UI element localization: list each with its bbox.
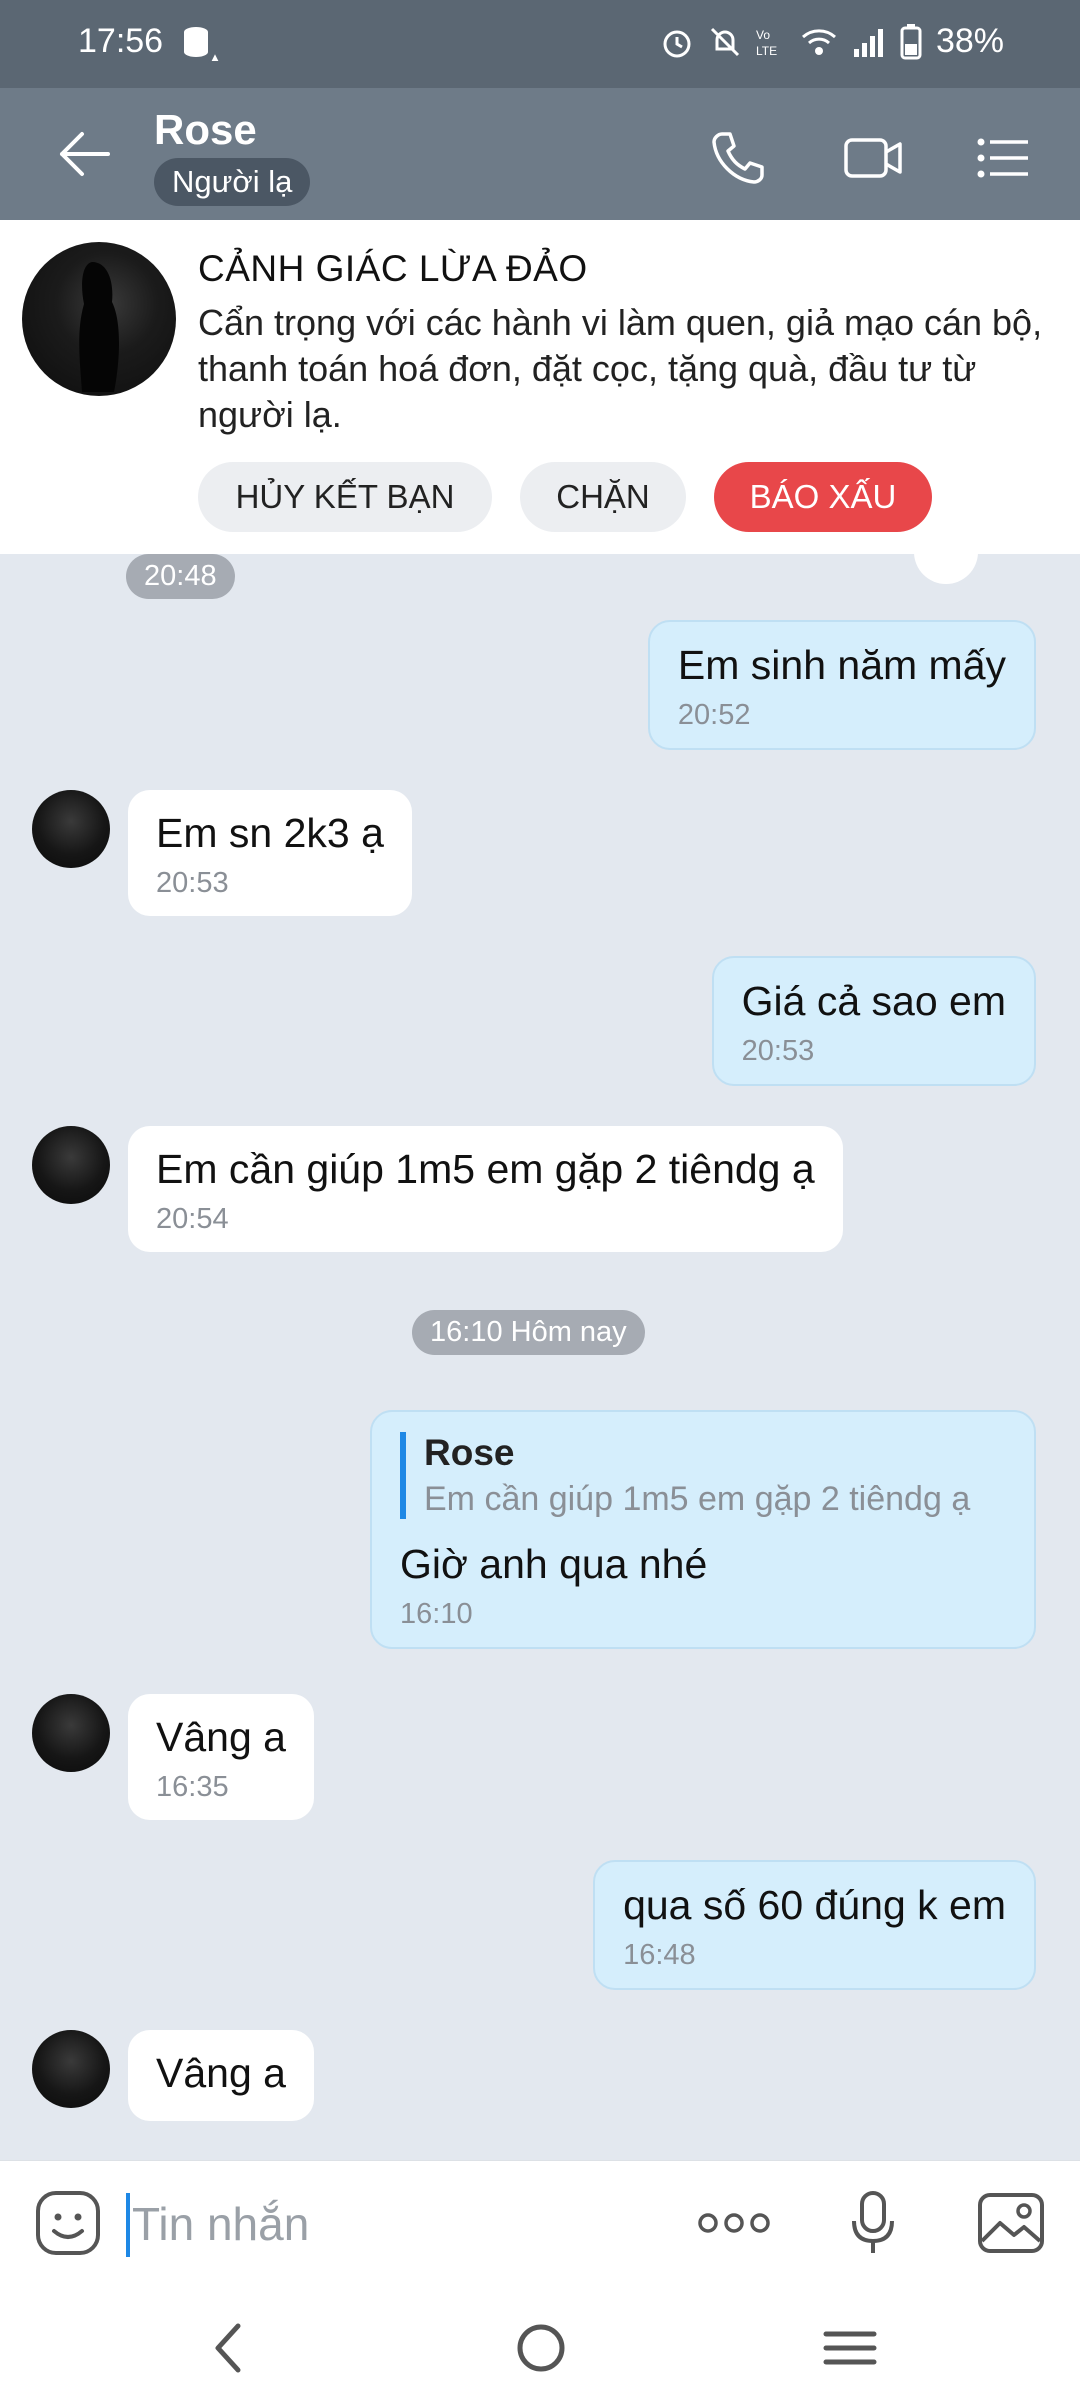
message-input[interactable]: Tin nhắn [132, 2197, 309, 2251]
message-text: Em cần giúp 1m5 em gặp 2 tiêndg ạ [156, 1146, 815, 1192]
message-incoming[interactable]: Em cần giúp 1m5 em gặp 2 tiêndg ạ 20:54 [128, 1126, 843, 1252]
message-incoming[interactable]: Vâng a 16:35 [128, 1694, 314, 1820]
phone-icon[interactable] [708, 128, 768, 188]
signal-icon [853, 28, 883, 57]
message-text: Em sn 2k3 ạ [156, 810, 384, 856]
contact-avatar[interactable] [32, 1126, 110, 1204]
chat-message-list[interactable]: 20:48 Em sinh năm mấy 20:52 Em sn 2k3 ạ … [0, 554, 1080, 2160]
message-time: 20:53 [156, 867, 229, 899]
mute-icon [710, 27, 739, 56]
message-time: 16:35 [156, 1771, 229, 1803]
message-time: 20:54 [156, 1203, 229, 1235]
message-text: Vâng a [156, 1714, 286, 1760]
svg-text:LTE: LTE [756, 44, 777, 58]
time-pill: 20:48 [126, 554, 235, 599]
message-outgoing-reply[interactable]: Rose Em cần giúp 1m5 em gặp 2 tiêndg ạ G… [370, 1410, 1036, 1649]
message-text: Giờ anh qua nhé [400, 1541, 708, 1587]
quoted-sender: Rose [424, 1432, 515, 1473]
message-time: 20:53 [741, 1035, 815, 1067]
nav-recents-icon[interactable] [820, 2320, 880, 2376]
image-icon[interactable] [976, 2189, 1046, 2257]
message-outgoing[interactable]: qua số 60 đúng k em 16:48 [593, 1860, 1036, 1990]
warning-text: Cẩn trọng với các hành vi làm quen, giả … [198, 302, 1043, 435]
wifi-icon [801, 28, 836, 55]
video-call-icon[interactable] [842, 128, 904, 188]
message-text: Em sinh năm mấy [677, 642, 1006, 688]
system-navigation-bar [0, 2290, 1080, 2408]
scam-warning-panel: CẢNH GIÁC LỪA ĐẢO Cẩn trọng với các hành… [0, 220, 1080, 554]
alarm-icon [663, 30, 691, 57]
contact-avatar-large[interactable] [22, 242, 176, 396]
svg-text:Vo: Vo [756, 28, 770, 42]
message-text: qua số 60 đúng k em [623, 1882, 1006, 1928]
contact-avatar[interactable] [32, 2030, 110, 2108]
message-text: Vâng a [156, 2050, 286, 2096]
contact-avatar[interactable] [32, 790, 110, 868]
message-input-bar: Tin nhắn [0, 2160, 1080, 2290]
chat-header: Rose Người lạ [0, 88, 1080, 220]
message-outgoing[interactable]: Em sinh năm mấy 20:52 [647, 620, 1036, 750]
message-time: 16:10 [400, 1598, 473, 1630]
battery-level: 38% [935, 22, 1004, 60]
date-separator: 16:10 Hôm nay [412, 1310, 645, 1355]
scroll-down-button[interactable] [914, 554, 978, 584]
data-warning-icon [184, 27, 220, 63]
contact-avatar[interactable] [32, 1694, 110, 1772]
report-button[interactable]: BÁO XẤU [714, 462, 932, 532]
status-icons: Vo LTE 38% [660, 22, 1004, 61]
quoted-text: Em cần giúp 1m5 em gặp 2 tiêndg ạ [424, 1480, 971, 1518]
contact-name[interactable]: Rose [154, 106, 257, 154]
battery-icon [900, 23, 922, 59]
status-bar: 17:56 Vo LTE 38% [0, 0, 1080, 88]
message-incoming[interactable]: Em sn 2k3 ạ 20:53 [128, 790, 412, 916]
block-button[interactable]: CHẶN [520, 462, 686, 532]
text-cursor [126, 2193, 130, 2257]
unfriend-button[interactable]: HỦY KẾT BẠN [198, 462, 492, 532]
nav-home-icon[interactable] [514, 2320, 568, 2376]
volte-icon: Vo LTE [756, 28, 777, 58]
menu-list-icon[interactable] [974, 128, 1034, 188]
more-icon[interactable] [696, 2209, 772, 2237]
message-incoming[interactable]: Vâng a [128, 2030, 314, 2121]
message-time: 20:52 [677, 699, 751, 731]
back-arrow-icon[interactable] [56, 126, 116, 182]
nav-back-icon[interactable] [204, 2320, 254, 2376]
microphone-icon[interactable] [850, 2189, 896, 2257]
warning-title: CẢNH GIÁC LỪA ĐẢO [198, 248, 588, 289]
emoji-icon[interactable] [34, 2189, 102, 2257]
quoted-message[interactable]: Rose Em cần giúp 1m5 em gặp 2 tiêndg ạ [400, 1432, 1006, 1519]
stranger-tag: Người lạ [154, 158, 311, 206]
status-time: 17:56 [78, 22, 164, 60]
message-outgoing[interactable]: Giá cả sao em 20:53 [711, 956, 1036, 1086]
message-text: Giá cả sao em [741, 978, 1006, 1024]
message-time: 16:48 [623, 1939, 696, 1971]
